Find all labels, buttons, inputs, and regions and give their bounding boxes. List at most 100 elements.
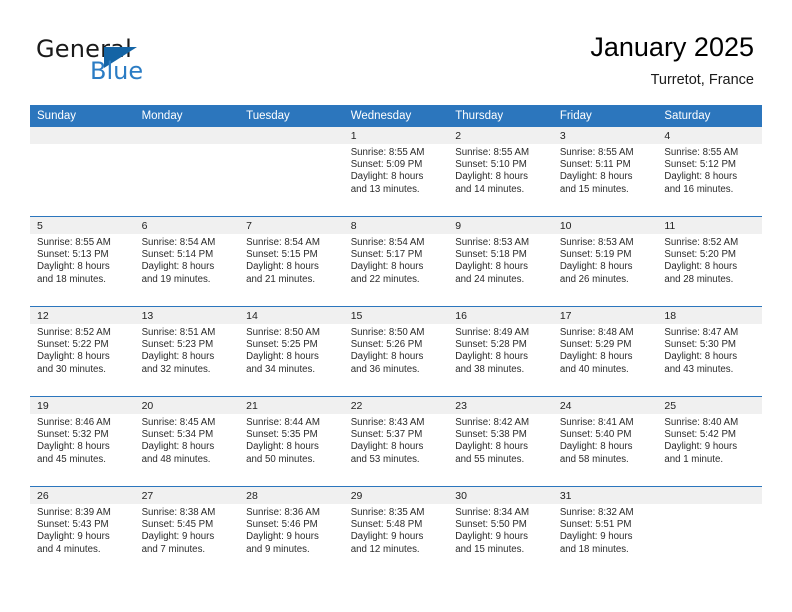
day-cell-inner: 7 Sunrise: 8:54 AM Sunset: 5:15 PM Daylight… — [239, 217, 344, 306]
day-number: 3 — [552, 127, 658, 144]
sunset-text: Sunset: 5:09 PM — [350, 159, 423, 171]
calendar-day-cell[interactable]: 1 Sunrise: 8:55 AM Sunset: 5:09 PM Daylight… — [343, 127, 449, 217]
page-title: January 2025 — [590, 32, 754, 62]
sunrise-text: Sunrise: 8:36 AM — [246, 507, 320, 518]
daylight-text-line1: Daylight: 8 hours — [455, 441, 528, 453]
day-cell-inner: 27 Sunrise: 8:38 AM Sunset: 5:45 PM Dayligh… — [134, 487, 240, 576]
sunset-text: Sunset: 5:12 PM — [664, 159, 736, 171]
sunrise-text: Sunrise: 8:42 AM — [455, 417, 530, 428]
daylight-text-line1: Daylight: 8 hours — [37, 351, 110, 363]
daylight-text-line2: and 26 minutes. — [559, 273, 629, 285]
calendar-day-cell[interactable]: 27 Sunrise: 8:38 AM Sunset: 5:45 PM Dayligh… — [134, 486, 240, 576]
day-cell-details: Sunrise: 8:46 AM Sunset: 5:32 PM Daylight:… — [30, 414, 135, 466]
calendar-day-cell[interactable]: 4 Sunrise: 8:55 AM Sunset: 5:12 PM Daylight… — [657, 127, 762, 217]
daylight-text-line2: and 15 minutes. — [559, 183, 629, 195]
daylight-text-line2: and 7 minutes. — [141, 543, 206, 555]
day-cell-details: Sunrise: 8:54 AM Sunset: 5:17 PM Daylight:… — [344, 234, 449, 286]
calendar-day-cell[interactable]: 18 Sunrise: 8:47 AM Sunset: 5:30 PM Dayligh… — [657, 306, 762, 397]
day-cell-details: Sunrise: 8:34 AM Sunset: 5:50 PM Daylight:… — [448, 504, 553, 556]
day-cell-inner: 13 Sunrise: 8:51 AM Sunset: 5:23 PM Dayligh… — [134, 307, 240, 396]
calendar-day-cell[interactable]: 25 Sunrise: 8:40 AM Sunset: 5:42 PM Dayligh… — [657, 396, 762, 487]
day-cell-inner: 9 Sunrise: 8:53 AM Sunset: 5:18 PM Daylight… — [448, 217, 553, 306]
day-cell-inner: 12 Sunrise: 8:52 AM Sunset: 5:22 PM Dayligh… — [30, 307, 135, 396]
daylight-text-line1: Daylight: 8 hours — [37, 441, 110, 453]
calendar-day-cell[interactable]: 3 Sunrise: 8:55 AM Sunset: 5:11 PM Daylight… — [552, 127, 658, 217]
calendar-day-cell[interactable]: 24 Sunrise: 8:41 AM Sunset: 5:40 PM Dayligh… — [552, 396, 658, 487]
day-number: 31 — [552, 487, 658, 504]
calendar-day-cell[interactable]: 8 Sunrise: 8:54 AM Sunset: 5:17 PM Daylight… — [343, 216, 449, 307]
sunset-text: Sunset: 5:11 PM — [559, 159, 631, 171]
day-number: 9 — [448, 217, 553, 234]
calendar-day-cell[interactable]: 12 Sunrise: 8:52 AM Sunset: 5:22 PM Dayligh… — [30, 306, 135, 397]
calendar-day-cell[interactable]: 29 Sunrise: 8:35 AM Sunset: 5:48 PM Dayligh… — [343, 486, 449, 576]
calendar-week-row: 12 Sunrise: 8:52 AM Sunset: 5:22 PM Dayligh… — [30, 306, 762, 397]
day-number: 29 — [343, 487, 449, 504]
day-cell-details: Sunrise: 8:38 AM Sunset: 5:45 PM Daylight:… — [135, 504, 240, 556]
calendar-day-cell[interactable]: 26 Sunrise: 8:39 AM Sunset: 5:43 PM Dayligh… — [30, 486, 135, 576]
calendar-day-cell[interactable]: 19 Sunrise: 8:46 AM Sunset: 5:32 PM Dayligh… — [30, 396, 135, 487]
weekday-header-monday: Monday — [134, 105, 240, 127]
sunset-text: Sunset: 5:37 PM — [350, 429, 423, 441]
day-cell-details: Sunrise: 8:44 AM Sunset: 5:35 PM Daylight:… — [239, 414, 344, 466]
calendar-body: 1 Sunrise: 8:55 AM Sunset: 5:09 PM Daylight… — [30, 127, 762, 576]
calendar-day-cell[interactable]: 23 Sunrise: 8:42 AM Sunset: 5:38 PM Dayligh… — [448, 396, 553, 487]
calendar-day-cell[interactable]: 13 Sunrise: 8:51 AM Sunset: 5:23 PM Dayligh… — [134, 306, 240, 397]
sunrise-text: Sunrise: 8:54 AM — [141, 237, 216, 248]
sunset-text: Sunset: 5:51 PM — [559, 519, 632, 531]
sunrise-text: Sunrise: 8:55 AM — [559, 147, 634, 158]
daylight-text-line2: and 13 minutes. — [350, 183, 420, 195]
calendar-day-cell[interactable]: 20 Sunrise: 8:45 AM Sunset: 5:34 PM Dayligh… — [134, 396, 240, 487]
calendar-day-cell[interactable]: 5 Sunrise: 8:55 AM Sunset: 5:13 PM Daylight… — [30, 216, 135, 307]
sunset-text: Sunset: 5:13 PM — [37, 249, 109, 261]
calendar-day-cell[interactable]: 15 Sunrise: 8:50 AM Sunset: 5:26 PM Dayligh… — [343, 306, 449, 397]
day-cell-details: Sunrise: 8:55 AM Sunset: 5:09 PM Daylight:… — [344, 144, 449, 196]
day-number: 2 — [448, 127, 553, 144]
sunset-text: Sunset: 5:26 PM — [350, 339, 423, 351]
calendar-day-cell[interactable]: 16 Sunrise: 8:49 AM Sunset: 5:28 PM Dayligh… — [448, 306, 553, 397]
calendar-day-cell[interactable]: 9 Sunrise: 8:53 AM Sunset: 5:18 PM Daylight… — [448, 216, 553, 307]
calendar-day-cell[interactable]: 28 Sunrise: 8:36 AM Sunset: 5:46 PM Dayligh… — [239, 486, 344, 576]
calendar-week-row: 1 Sunrise: 8:55 AM Sunset: 5:09 PM Daylight… — [30, 127, 762, 217]
day-number — [239, 127, 344, 144]
day-cell-inner: 16 Sunrise: 8:49 AM Sunset: 5:28 PM Dayligh… — [448, 307, 553, 396]
calendar-day-cell[interactable]: 21 Sunrise: 8:44 AM Sunset: 5:35 PM Dayligh… — [239, 396, 344, 487]
daylight-text-line2: and 36 minutes. — [350, 363, 420, 375]
day-number: 18 — [657, 307, 762, 324]
day-cell-details: Sunrise: 8:41 AM Sunset: 5:40 PM Daylight:… — [553, 414, 658, 466]
daylight-text-line2: and 30 minutes. — [37, 363, 106, 375]
brand-name-blue: Blue — [90, 57, 144, 85]
weekday-header-tuesday: Tuesday — [239, 105, 344, 127]
daylight-text-line2: and 19 minutes. — [141, 273, 211, 285]
calendar-week-row: 19 Sunrise: 8:46 AM Sunset: 5:32 PM Dayligh… — [30, 396, 762, 487]
calendar-day-cell[interactable]: 30 Sunrise: 8:34 AM Sunset: 5:50 PM Dayligh… — [448, 486, 553, 576]
daylight-text-line2: and 15 minutes. — [455, 543, 525, 555]
sunrise-text: Sunrise: 8:43 AM — [350, 417, 425, 428]
calendar-day-cell[interactable]: 6 Sunrise: 8:54 AM Sunset: 5:14 PM Daylight… — [134, 216, 240, 307]
daylight-text-line1: Daylight: 8 hours — [141, 261, 215, 273]
daylight-text-line2: and 16 minutes. — [664, 183, 734, 195]
calendar-day-cell[interactable]: 17 Sunrise: 8:48 AM Sunset: 5:29 PM Dayligh… — [552, 306, 658, 397]
weekday-header-wednesday: Wednesday — [343, 105, 449, 127]
calendar-day-cell[interactable]: 2 Sunrise: 8:55 AM Sunset: 5:10 PM Daylight… — [448, 127, 553, 217]
daylight-text-line1: Daylight: 9 hours — [37, 531, 110, 543]
brand-logo[interactable]: General Blue — [36, 36, 276, 96]
sunset-text: Sunset: 5:18 PM — [455, 249, 527, 261]
daylight-text-line1: Daylight: 8 hours — [350, 351, 424, 363]
calendar-day-cell[interactable]: 7 Sunrise: 8:54 AM Sunset: 5:15 PM Daylight… — [239, 216, 344, 307]
sunrise-text: Sunrise: 8:45 AM — [141, 417, 216, 428]
calendar-day-cell[interactable]: 10 Sunrise: 8:53 AM Sunset: 5:19 PM Dayligh… — [552, 216, 658, 307]
daylight-text-line2: and 50 minutes. — [246, 453, 316, 465]
calendar-day-cell[interactable]: 31 Sunrise: 8:32 AM Sunset: 5:51 PM Dayligh… — [552, 486, 658, 576]
sunset-text: Sunset: 5:43 PM — [37, 519, 109, 531]
calendar-day-cell[interactable]: 22 Sunrise: 8:43 AM Sunset: 5:37 PM Dayligh… — [343, 396, 449, 487]
sunrise-text: Sunrise: 8:46 AM — [37, 417, 111, 428]
day-number: 21 — [239, 397, 344, 414]
daylight-text-line1: Daylight: 9 hours — [246, 531, 319, 543]
day-cell-details: Sunrise: 8:55 AM Sunset: 5:11 PM Daylight:… — [553, 144, 658, 196]
calendar-page: General Blue January 2025 Turretot, Fran… — [0, 0, 792, 612]
day-number — [134, 127, 240, 144]
day-number: 4 — [657, 127, 762, 144]
sunset-text: Sunset: 5:10 PM — [455, 159, 527, 171]
calendar-day-cell[interactable]: 14 Sunrise: 8:50 AM Sunset: 5:25 PM Dayligh… — [239, 306, 344, 397]
calendar-day-cell[interactable]: 11 Sunrise: 8:52 AM Sunset: 5:20 PM Dayligh… — [657, 216, 762, 307]
